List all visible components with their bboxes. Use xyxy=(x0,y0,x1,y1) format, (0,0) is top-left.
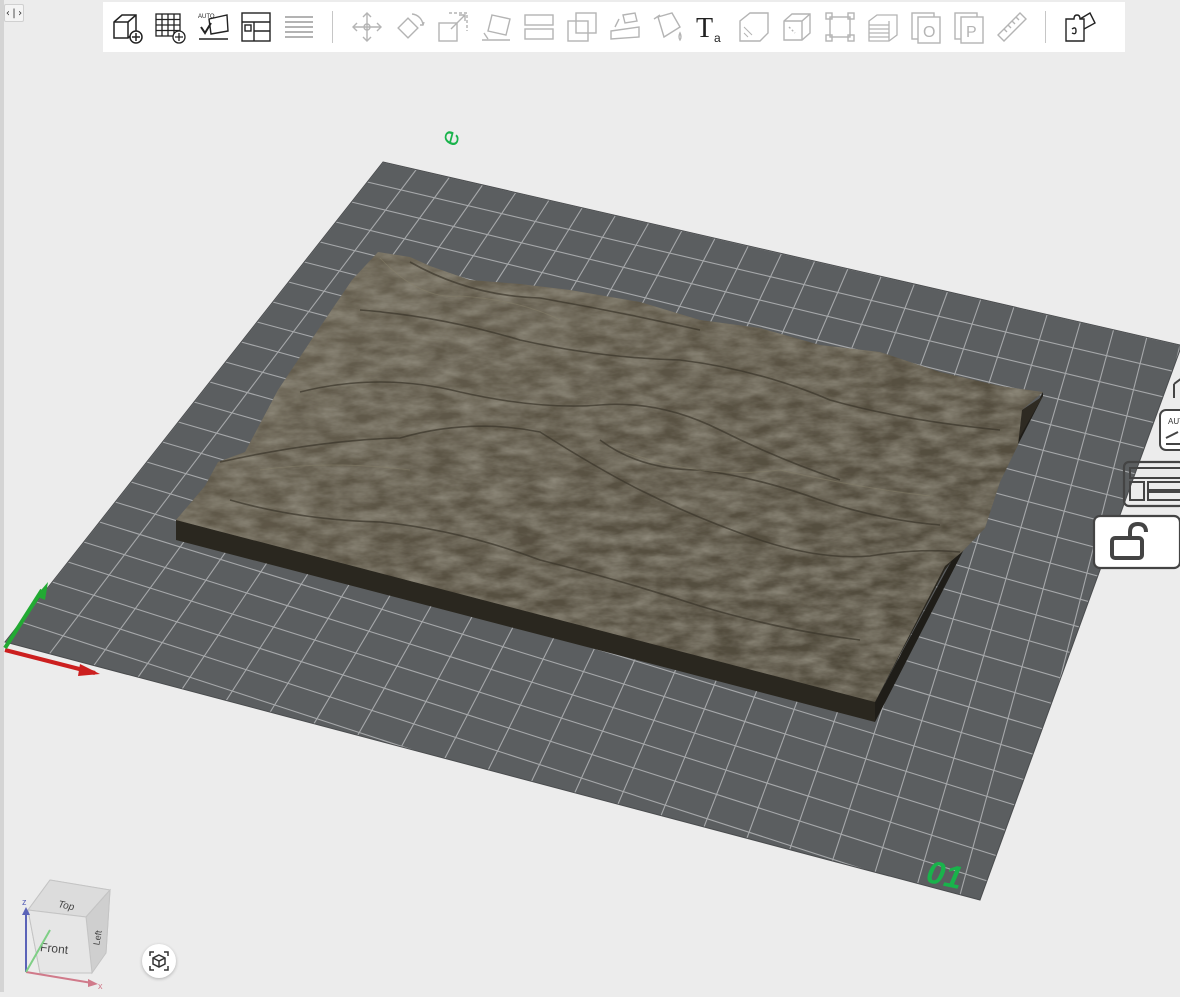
fit-view-icon xyxy=(149,951,169,971)
fit-view-button[interactable] xyxy=(142,944,176,978)
svg-text:z: z xyxy=(22,897,27,907)
svg-text:x: x xyxy=(98,981,103,991)
unlock-icon[interactable] xyxy=(1092,514,1180,570)
svg-text:AUTO: AUTO xyxy=(1168,417,1180,426)
plate-label-top: e xyxy=(433,127,466,149)
plate-label-bottom: 01 xyxy=(924,853,966,896)
view-cube-graphic: Top Front Left z x xyxy=(22,879,111,991)
auto-orient-icon[interactable]: AUTO xyxy=(1158,408,1180,452)
layout-icon[interactable] xyxy=(1122,460,1180,508)
view-cube[interactable]: Top Front Left z x xyxy=(10,875,120,992)
view-cube-front[interactable]: Front xyxy=(39,940,69,957)
cube-plus-icon[interactable] xyxy=(1172,370,1180,400)
right-side-panel: AUTO xyxy=(1090,370,1180,570)
viewport-3d[interactable]: e 01 xyxy=(0,0,1180,992)
